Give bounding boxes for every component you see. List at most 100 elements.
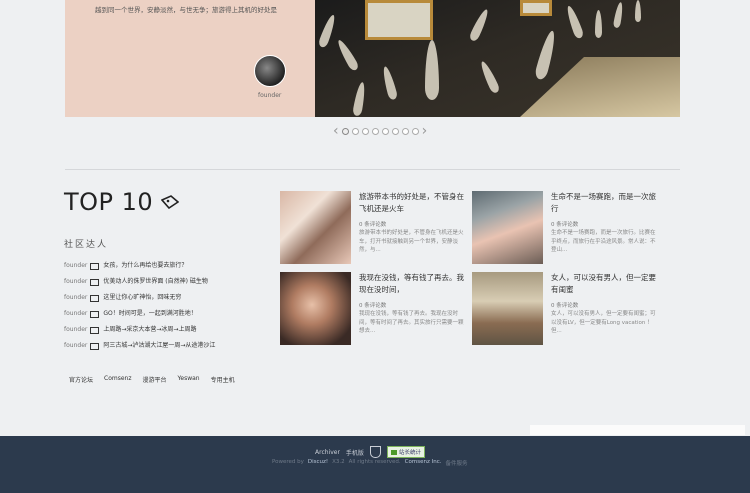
- top10-title: TOP 10: [64, 188, 154, 216]
- leaf-painting: [352, 81, 367, 117]
- hero-text-panel: 越到同一个世界，安静淡然，与世无争；旅游得上其机的好处是 founder: [65, 0, 315, 117]
- hero-text: 越到同一个世界，安静淡然，与世无争；旅游得上其机的好处是: [95, 6, 277, 14]
- list-item-text[interactable]: 优美动人的侏罗世界面 (自然神) 磁生物: [103, 274, 208, 290]
- slider-dot[interactable]: [361, 127, 369, 135]
- list-item-text[interactable]: 阿三古城→泸沽湖大江屋一周→从途港沙江: [103, 338, 215, 354]
- friend-link[interactable]: Comsenz: [104, 375, 131, 384]
- stats-badge-label: 站长统计: [398, 450, 421, 456]
- leaf-painting: [564, 4, 585, 40]
- slider-dot[interactable]: [401, 127, 409, 135]
- article-thumbnail[interactable]: [472, 272, 543, 345]
- article-card[interactable]: 旅游带本书的好处是，不管身在飞机还是火车 0 条评论数 旅游带本书的好处是，不管…: [280, 191, 465, 264]
- community-list: founder 女孩，为什么再给也要去旅行？ founder 优美动人的侏罗世界面 …: [64, 258, 215, 354]
- list-item[interactable]: founder 上周路→采京大本营→冰周→上周路: [64, 322, 215, 338]
- footer-row-links: Archiver 手机版 站长统计: [315, 446, 425, 458]
- article-card[interactable]: 生命不是一场赛跑，而是一次旅行 0 条评论数 生命不是一场赛跑，而是一次旅行。比…: [472, 191, 657, 264]
- article-meta: 0 条评论数: [359, 222, 387, 228]
- leaf-painting: [317, 13, 338, 49]
- list-item[interactable]: founder GO！时间可是，一起到满河胜地！: [64, 306, 215, 322]
- mail-icon: [90, 326, 100, 334]
- mail-icon: [90, 294, 100, 302]
- friend-links: 官方论坛 Comsenz 漫游平台 Yeswan 专用主机: [69, 375, 235, 384]
- list-item-text[interactable]: 女孩，为什么再给也要去旅行？: [103, 258, 187, 274]
- leaf-painting: [468, 7, 491, 43]
- leaf-painting: [533, 29, 559, 81]
- slider-dot[interactable]: [411, 127, 419, 135]
- slider-dot[interactable]: [371, 127, 379, 135]
- article-thumbnail[interactable]: [280, 272, 351, 345]
- stats-icon: [390, 450, 397, 455]
- wall-frame: [520, 0, 552, 16]
- list-item-text[interactable]: 上周路→采京大本营→冰周→上周路: [103, 322, 196, 338]
- site-footer: Archiver 手机版 站长统计 Powered by Discuz! X3.…: [0, 436, 750, 493]
- article-thumbnail[interactable]: [280, 191, 351, 264]
- friend-link[interactable]: 漫游平台: [143, 375, 167, 384]
- slider-dot[interactable]: [341, 127, 349, 135]
- list-item[interactable]: founder 优美动人的侏罗世界面 (自然神) 磁生物: [64, 274, 215, 290]
- ad-strip: [530, 425, 745, 435]
- article-desc: 生命不是一场赛跑，而是一次旅行。比赛在乎终点，而旅行在乎沿途风景。常人说：不登山…: [551, 230, 656, 253]
- friend-link[interactable]: Yeswan: [178, 375, 200, 384]
- list-item-user[interactable]: founder: [64, 290, 87, 306]
- leaf-painting: [595, 10, 602, 38]
- hero-image[interactable]: [315, 0, 680, 117]
- version: X3.2: [332, 459, 345, 465]
- archiver-link[interactable]: Archiver: [315, 449, 340, 456]
- slider-dot[interactable]: [381, 127, 389, 135]
- leaf-painting: [612, 1, 625, 29]
- list-item-user[interactable]: founder: [64, 274, 87, 290]
- article-desc: 我现在没钱，等有钱了再去。我现在没时间，等有时间了再去。其实旅行只需要一颗想去.…: [359, 311, 464, 334]
- leaf-painting: [380, 65, 399, 101]
- footer-copyright: Powered by Discuz! X3.2 All rights reser…: [272, 459, 468, 467]
- shield-icon[interactable]: [369, 446, 381, 458]
- chevron-left-icon[interactable]: ‹: [333, 124, 339, 138]
- list-item[interactable]: founder 阿三古城→泸沽湖大江屋一周→从途港沙江: [64, 338, 215, 354]
- friend-link[interactable]: 专用主机: [211, 375, 235, 384]
- leaf-painting: [335, 38, 360, 72]
- stats-badge[interactable]: 站长统计: [386, 446, 425, 458]
- discuz-link[interactable]: Discuz!: [308, 459, 328, 467]
- article-title[interactable]: 我现在没钱，等有钱了再去。我现在没时间，: [359, 272, 465, 296]
- article-meta: 0 条评论数: [359, 303, 387, 309]
- article-thumbnail[interactable]: [472, 191, 543, 264]
- mail-icon: [90, 342, 100, 350]
- friend-link[interactable]: 官方论坛: [69, 375, 93, 384]
- list-item-user[interactable]: founder: [64, 258, 87, 274]
- mobile-link[interactable]: 手机版: [346, 448, 364, 457]
- list-item[interactable]: founder 女孩，为什么再给也要去旅行？: [64, 258, 215, 274]
- tag-icon: [161, 195, 179, 209]
- slider-dot[interactable]: [351, 127, 359, 135]
- list-item-text[interactable]: 这里让你心旷神怡，回味无穷: [103, 290, 181, 306]
- footer-suffix: 备件服务: [445, 461, 468, 467]
- mail-icon: [90, 310, 100, 318]
- section-divider: [65, 169, 680, 170]
- list-item-user[interactable]: founder: [64, 338, 87, 354]
- community-heading: 社区达人: [64, 240, 109, 250]
- article-desc: 旅游带本书的好处是，不管身在飞机还是火车，打开书就接触到另一个世界，安静淡然，与…: [359, 230, 464, 253]
- rights: All rights reserved.: [348, 459, 401, 465]
- article-card[interactable]: 女人，可以没有男人，但一定要有闺蜜 0 条评论数 女人，可以没有男人，但一定要有…: [472, 272, 657, 345]
- article-card[interactable]: 我现在没钱，等有钱了再去。我现在没时间， 0 条评论数 我现在没钱，等有钱了再去…: [280, 272, 465, 345]
- company-link[interactable]: Comsenz Inc.: [405, 459, 442, 467]
- chevron-right-icon[interactable]: ›: [422, 124, 428, 138]
- article-title[interactable]: 生命不是一场赛跑，而是一次旅行: [551, 191, 657, 215]
- list-item[interactable]: founder 这里让你心旷神怡，回味无穷: [64, 290, 215, 306]
- hero-banner[interactable]: 越到同一个世界，安静淡然，与世无争；旅游得上其机的好处是 founder: [65, 0, 680, 117]
- list-item-text[interactable]: GO！时间可是，一起到满河胜地！: [103, 306, 196, 322]
- slider-controls: ‹ ›: [333, 124, 427, 138]
- leaf-painting: [425, 40, 439, 100]
- article-title[interactable]: 旅游带本书的好处是，不管身在飞机还是火车: [359, 191, 465, 215]
- article-desc: 女人，可以没有男人，但一定要有闺蜜；可以没有LV，但一定要有Long vacat…: [551, 311, 656, 334]
- list-item-user[interactable]: founder: [64, 306, 87, 322]
- leaf-painting: [478, 59, 501, 95]
- article-meta: 0 条评论数: [551, 303, 579, 309]
- mail-icon: [90, 262, 100, 270]
- founder-label: founder: [258, 92, 282, 99]
- slider-dot[interactable]: [391, 127, 399, 135]
- powered-by: Powered by: [272, 459, 304, 465]
- wall-frame: [365, 0, 433, 40]
- article-meta: 0 条评论数: [551, 222, 579, 228]
- article-title[interactable]: 女人，可以没有男人，但一定要有闺蜜: [551, 272, 657, 296]
- founder-avatar[interactable]: [254, 55, 286, 87]
- list-item-user[interactable]: founder: [64, 322, 87, 338]
